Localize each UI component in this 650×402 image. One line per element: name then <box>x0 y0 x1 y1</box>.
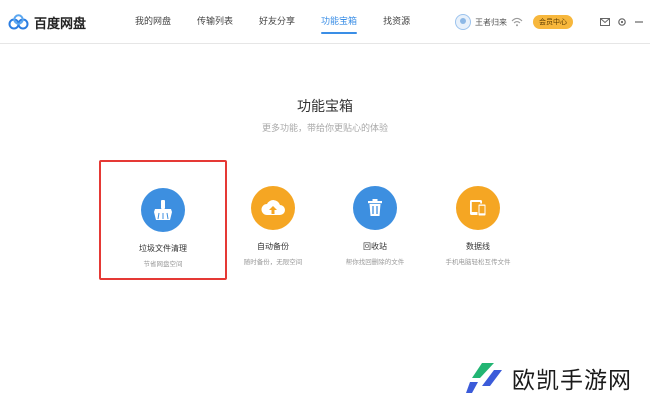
tab-label: 好友分享 <box>259 17 296 27</box>
minimize-icon[interactable] <box>634 17 644 27</box>
cloud-upload-icon <box>261 200 285 215</box>
tab-toolbox[interactable]: 功能宝箱 <box>308 0 370 44</box>
app-logo[interactable]: 百度网盘 <box>8 11 86 33</box>
tab-label: 传输列表 <box>197 17 234 27</box>
tool-name: 数据线 <box>466 242 490 251</box>
trash-icon <box>368 199 382 216</box>
vip-center-button[interactable]: 会员中心 <box>533 15 573 29</box>
settings-icon[interactable] <box>617 17 627 27</box>
tool-name: 垃圾文件清理 <box>139 244 187 253</box>
tool-data-cable[interactable]: 数据线 手机电脑轻松互传文件 <box>414 160 542 280</box>
tab-transfer-list[interactable]: 传输列表 <box>184 0 246 44</box>
app-name: 百度网盘 <box>34 16 87 32</box>
tab-label: 我的网盘 <box>135 17 172 27</box>
tool-desc: 节省网盘空间 <box>143 260 183 268</box>
site-watermark: 欧凯手游网 <box>446 354 650 402</box>
watermark-logo-icon <box>466 363 502 393</box>
broom-icon <box>154 200 172 220</box>
tool-desc: 手机电脑轻松互传文件 <box>445 258 511 266</box>
tab-find-resources[interactable]: 找资源 <box>370 0 423 44</box>
avatar[interactable] <box>455 14 471 30</box>
top-bar: 百度网盘 我的网盘 传输列表 好友分享 功能宝箱 找资源 王者归来 会员中心 <box>0 0 650 44</box>
main-nav: 我的网盘 传输列表 好友分享 功能宝箱 找资源 <box>122 0 423 44</box>
tab-friend-share[interactable]: 好友分享 <box>246 0 308 44</box>
tab-label: 找资源 <box>383 17 411 27</box>
account-area: 王者归来 会员中心 <box>455 0 644 44</box>
username[interactable]: 王者归来 <box>475 17 507 28</box>
tool-icon-circle <box>141 188 185 232</box>
mail-icon[interactable] <box>600 17 610 27</box>
page-title: 功能宝箱 <box>297 99 353 115</box>
page-subtitle: 更多功能，带给你更贴心的体验 <box>261 124 388 134</box>
phone-sync-icon <box>470 200 487 217</box>
tool-junk-cleanup[interactable]: 垃圾文件清理 节省网盘空间 <box>99 160 227 280</box>
tool-icon-circle <box>251 186 295 230</box>
baidu-cloud-logo-icon <box>8 14 29 30</box>
tab-label: 功能宝箱 <box>321 17 358 27</box>
tool-grid: 垃圾文件清理 节省网盘空间 自动备份 随时备份，无限空间 回收站 帮你找回删除的… <box>0 160 650 290</box>
wifi-icon <box>511 17 523 27</box>
watermark-text: 欧凯手游网 <box>512 368 632 394</box>
tab-my-drive[interactable]: 我的网盘 <box>122 0 184 44</box>
tool-icon-circle <box>456 186 500 230</box>
tool-icon-circle <box>353 186 397 230</box>
